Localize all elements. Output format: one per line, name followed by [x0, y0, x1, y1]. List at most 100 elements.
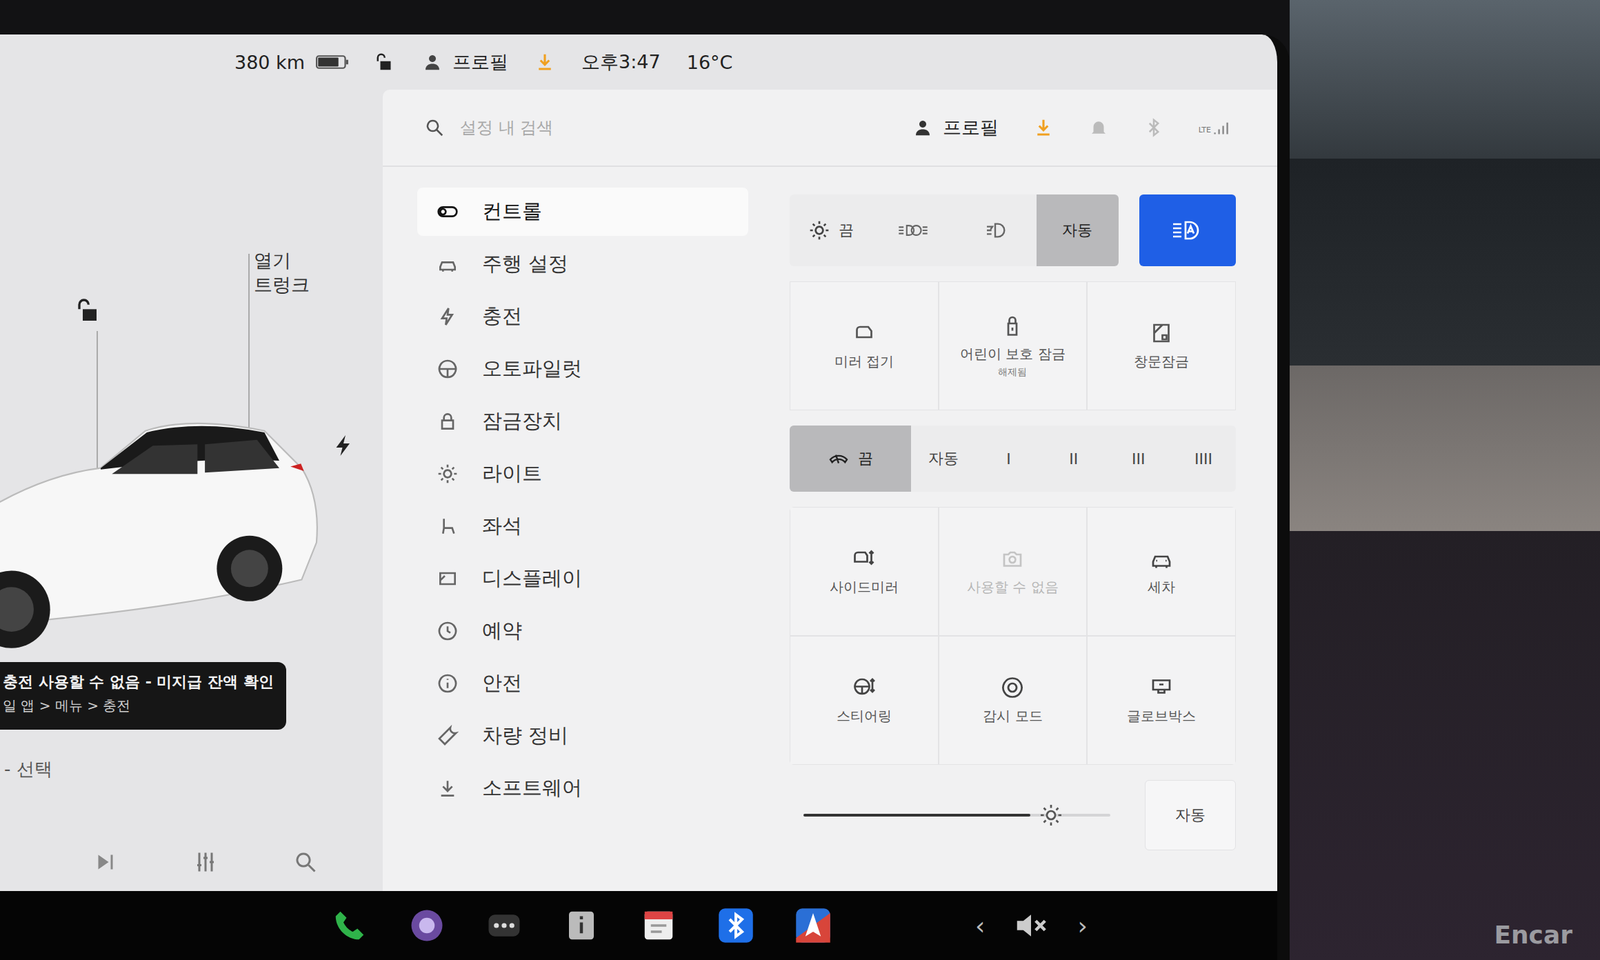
sidebar-item[interactable]: 예약 [417, 606, 749, 656]
manual-icon[interactable] [562, 906, 600, 945]
control-tile[interactable]: 세차 [1086, 506, 1236, 636]
person-icon [422, 51, 443, 73]
sidebar-item[interactable]: 주행 설정 [417, 240, 749, 289]
sidebar-label: 안전 [482, 669, 523, 698]
wiper-option-label: III [1131, 450, 1145, 468]
unlocked-icon[interactable] [75, 296, 104, 325]
more-icon[interactable] [485, 906, 523, 945]
media-source-hint[interactable]: - 선택 [0, 729, 383, 782]
control-tile[interactable]: 감시 모드 [938, 635, 1088, 765]
bluetooth-icon[interactable] [717, 906, 755, 945]
controls-content: 끔자동미러 접기어린이 보호 잠금해제됨창문잠금끔자동IIIIIIIIII사이드… [775, 166, 1278, 892]
tile-label: 사이드미러 [829, 577, 899, 597]
bell-icon[interactable] [1088, 117, 1109, 138]
headlight-option[interactable]: 끔 [789, 194, 872, 267]
sidebar-item[interactable]: 컨트롤 [417, 187, 749, 236]
sidebar-label: 좌석 [482, 512, 523, 540]
profile-button[interactable]: 프로필 [912, 115, 999, 140]
sidebar-item[interactable]: 라이트 [417, 449, 749, 498]
trunk-button[interactable]: 열기트렁크 [253, 248, 310, 297]
next-track-icon[interactable] [93, 849, 118, 875]
sun-icon[interactable] [1038, 802, 1064, 828]
car-panel: 열기트렁크충전 사용할 수 없음 - 미지급 잔액 확인일 앱 > 메뉴 > 충… [0, 89, 383, 892]
volume-down-button[interactable]: ‹ [975, 911, 985, 940]
sidebar-item[interactable]: 충전 [417, 292, 749, 341]
search-placeholder: 설정 내 검색 [460, 116, 554, 139]
signal-icon [1212, 120, 1229, 135]
tile-label: 어린이 보호 잠금 [960, 344, 1066, 364]
tile-label: 세차 [1147, 577, 1176, 597]
sidebar-item[interactable]: 디스플레이 [417, 554, 749, 603]
wiper-option[interactable]: II [1041, 425, 1107, 492]
bluetooth-icon[interactable] [1143, 117, 1165, 138]
wiper-option[interactable]: I [975, 425, 1041, 492]
media-controls [0, 849, 383, 892]
menu-icon [436, 515, 459, 538]
headlight-controls: 끔 자동 [789, 194, 1236, 267]
auto-high-beam-icon [1171, 217, 1205, 244]
tile-label: 감시 모드 [982, 706, 1043, 726]
car-model-icon[interactable] [0, 386, 325, 663]
profile-button[interactable]: 프로필 [422, 49, 509, 75]
control-tile[interactable]: 스티어링 [789, 635, 939, 765]
control-tile[interactable]: 미러 접기 [789, 281, 939, 411]
wiper-option[interactable]: III [1106, 425, 1172, 492]
settings-body: 컨트롤주행 설정충전오토파일럿잠금장치라이트좌석디스플레이예약안전차량 정비소프… [382, 166, 1278, 892]
brightness-auto-button[interactable]: 자동 [1144, 780, 1236, 851]
menu-icon [436, 357, 459, 380]
touch-screen: 380 km프로필오후3:4716°C열기트렁크충전 사용할 수 없음 - 미지… [0, 34, 1290, 960]
window-lock-icon [1148, 320, 1174, 346]
sidebar-item[interactable]: 안전 [417, 659, 749, 708]
control-tile[interactable]: 창문잠금 [1086, 281, 1236, 411]
menu-icon [436, 305, 459, 328]
status-bar: 380 km프로필오후3:4716°C [0, 34, 1278, 90]
sidebar-item[interactable]: 차량 정비 [417, 711, 749, 760]
interior-top [1289, 0, 1600, 159]
lock-leader-line [96, 331, 98, 490]
menu-icon [436, 462, 459, 485]
wiper-option[interactable]: 끔 [789, 425, 912, 492]
dashboard-band [1289, 158, 1600, 366]
wiper-option[interactable]: 자동 [911, 425, 976, 492]
side-mirror-icon [851, 546, 877, 572]
wiper-option-label: 자동 [928, 448, 959, 469]
wiper-option[interactable]: IIII [1171, 425, 1236, 492]
search-icon[interactable] [293, 849, 318, 875]
control-tile[interactable]: 어린이 보호 잠금해제됨 [938, 281, 1088, 411]
sidebar-label: 충전 [482, 302, 523, 331]
control-tile[interactable]: 글로브박스 [1086, 635, 1236, 765]
charge-port-icon[interactable] [331, 433, 356, 458]
download-icon[interactable] [534, 51, 556, 73]
equalizer-icon[interactable] [193, 849, 218, 875]
headlight-option[interactable] [954, 194, 1037, 267]
sidebar-item[interactable]: 소프트웨어 [417, 764, 749, 813]
calendar-icon[interactable] [640, 906, 678, 945]
control-tile[interactable]: 사이드미러 [789, 506, 939, 636]
sidebar-item[interactable]: 좌석 [417, 502, 749, 551]
sidebar-item[interactable]: 잠금장치 [417, 397, 749, 446]
interior-bottom [1289, 531, 1600, 960]
charging-notice[interactable]: 충전 사용할 수 없음 - 미지급 잔액 확인일 앱 > 메뉴 > 충전 [0, 662, 287, 730]
camera-icon[interactable] [408, 906, 446, 945]
range-text: 380 km [234, 51, 305, 74]
car-interior-background [1289, 0, 1600, 960]
unlocked-icon[interactable] [375, 51, 396, 73]
auto-high-beam-button[interactable] [1139, 194, 1236, 267]
navigation-icon[interactable] [794, 906, 832, 945]
tile-label: 창문잠금 [1133, 352, 1189, 372]
phone-icon[interactable] [331, 906, 369, 945]
notice-subtitle: 일 앱 > 메뉴 > 충전 [2, 696, 276, 716]
tile-label: 미러 접기 [834, 352, 894, 372]
headlight-option[interactable] [871, 194, 954, 267]
download-icon[interactable] [1033, 117, 1054, 138]
settings-search[interactable]: 설정 내 검색 [424, 116, 554, 139]
car-view: 열기트렁크 [0, 89, 383, 663]
sidebar-item[interactable]: 오토파일럿 [417, 344, 749, 394]
speaker-muted-icon[interactable] [1012, 906, 1050, 945]
volume-up-button[interactable]: › [1077, 911, 1087, 940]
brightness-slider[interactable] [789, 794, 1125, 836]
sidebar-label: 소프트웨어 [482, 774, 583, 803]
sidebar-label: 라이트 [482, 460, 543, 488]
headlight-option[interactable]: 자동 [1036, 194, 1119, 267]
sun-icon [808, 219, 831, 242]
